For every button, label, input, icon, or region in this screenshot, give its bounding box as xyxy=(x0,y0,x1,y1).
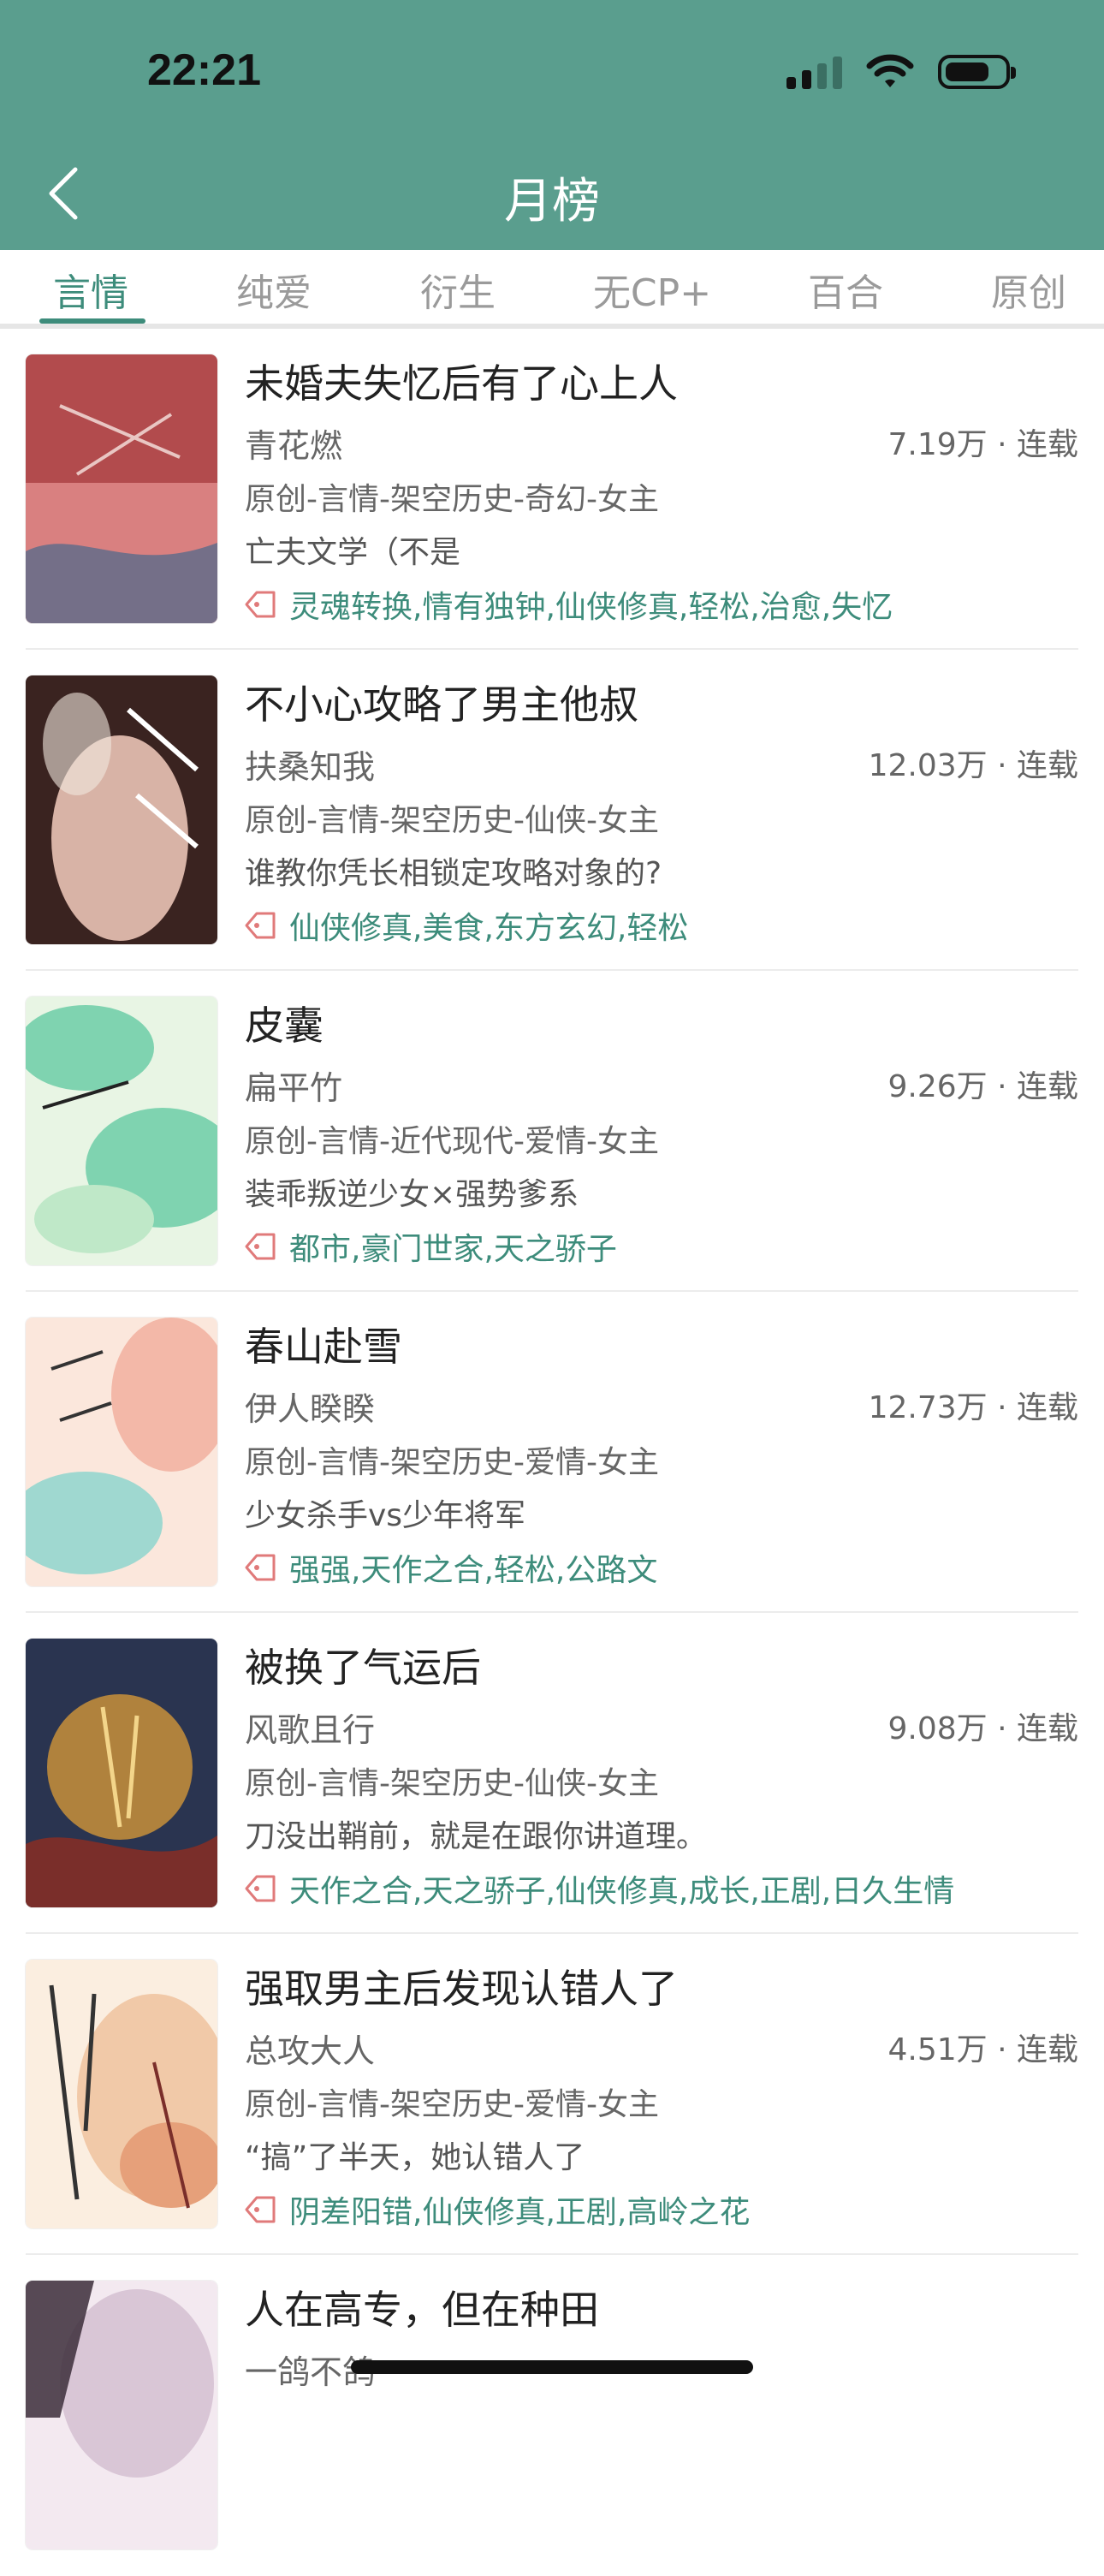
book-blurb: 谁教你凭长相锁定攻略对象的? xyxy=(245,856,662,891)
book-title: 未婚夫失忆后有了心上人 xyxy=(245,360,678,407)
tab-yuanchuang[interactable]: 原创 xyxy=(943,262,1104,317)
battery-icon xyxy=(938,55,1016,89)
book-stats: 7.19万 · 连载 xyxy=(887,427,1079,462)
book-item[interactable]: 人在高专，但在种田 一鸽不鸽 xyxy=(0,2255,1104,2576)
app-header: 22:21 月榜 xyxy=(0,0,1104,250)
tag-icon xyxy=(245,2196,276,2223)
book-tags-row: 仙侠修真,美食,东方玄幻,轻松 xyxy=(243,903,688,948)
book-author[interactable]: 青花燃 xyxy=(245,419,342,467)
book-stats: 12.73万 · 连载 xyxy=(868,1390,1078,1425)
book-genre: 原创-言情-架空历史-仙侠-女主 xyxy=(245,1766,659,1801)
book-blurb: “搞”了半天，她认错人了 xyxy=(245,2140,585,2175)
book-title: 被换了气运后 xyxy=(245,1645,481,1691)
book-tags: 阴差阳错,仙侠修真,正剧,高岭之花 xyxy=(289,2195,751,2230)
book-stats: 12.03万 · 连载 xyxy=(868,748,1078,783)
book-cover xyxy=(26,675,217,944)
book-genre: 原创-言情-近代现代-爱情-女主 xyxy=(245,1124,659,1159)
book-stats: 9.26万 · 连载 xyxy=(887,1069,1079,1104)
book-genre: 原创-言情-架空历史-奇幻-女主 xyxy=(245,482,659,517)
book-item[interactable]: 不小心攻略了男主他叔 扶桑知我 12.03万 · 连载 原创-言情-架空历史-仙… xyxy=(0,650,1104,971)
book-title: 皮囊 xyxy=(245,1002,323,1049)
book-tags: 都市,豪门世家,天之骄子 xyxy=(289,1232,617,1267)
book-blurb: 刀没出鞘前，就是在跟你讲道理。 xyxy=(245,1819,708,1854)
status-time: 22:21 xyxy=(147,45,261,95)
book-title: 春山赴雪 xyxy=(245,1324,402,1370)
tab-yansheng[interactable]: 衍生 xyxy=(372,262,543,317)
book-item[interactable]: 被换了气运后 风歌且行 9.08万 · 连载 原创-言情-架空历史-仙侠-女主 … xyxy=(0,1613,1104,1934)
book-tags: 仙侠修真,美食,东方玄幻,轻松 xyxy=(289,911,689,946)
category-tabs: 言情 纯爱 衍生 无CP+ 百合 原创 xyxy=(0,250,1104,329)
book-cover xyxy=(26,2281,217,2549)
tag-icon xyxy=(245,1233,276,1260)
status-icons xyxy=(786,53,1016,91)
book-title: 人在高专，但在种田 xyxy=(245,2287,599,2333)
page-title: 月榜 xyxy=(504,174,600,229)
wifi-icon xyxy=(866,54,914,87)
cellular-signal-icon xyxy=(786,55,842,89)
tag-icon xyxy=(245,1554,276,1581)
book-stats: 9.08万 · 连载 xyxy=(887,1711,1079,1746)
book-tags-row: 阴差阳错,仙侠修真,正剧,高岭之花 xyxy=(243,2187,750,2232)
book-author[interactable]: 风歌且行 xyxy=(245,1704,375,1751)
tag-icon xyxy=(245,912,276,939)
book-blurb: 装乖叛逆少女×强势爹系 xyxy=(245,1177,579,1212)
tab-baihe[interactable]: 百合 xyxy=(760,262,931,317)
tab-yanqing[interactable]: 言情 xyxy=(5,262,176,317)
book-tags-row: 都市,豪门世家,天之骄子 xyxy=(243,1224,617,1269)
book-genre: 原创-言情-架空历史-爱情-女主 xyxy=(245,2087,659,2122)
home-indicator[interactable] xyxy=(351,2360,753,2374)
book-genre: 原创-言情-架空历史-仙侠-女主 xyxy=(245,803,659,838)
book-cover xyxy=(26,354,217,623)
book-tags-row: 天作之合,天之骄子,仙侠修真,成长,正剧,日久生情 xyxy=(243,1866,954,1911)
book-blurb: 亡夫文学（不是 xyxy=(245,535,461,570)
book-item[interactable]: 未婚夫失忆后有了心上人 青花燃 7.19万 · 连载 原创-言情-架空历史-奇幻… xyxy=(0,329,1104,650)
book-tags: 强强,天作之合,轻松,公路文 xyxy=(289,1553,658,1588)
book-cover xyxy=(26,996,217,1265)
book-author[interactable]: 总攻大人 xyxy=(245,2025,375,2072)
book-cover xyxy=(26,1639,217,1907)
book-item[interactable]: 强取男主后发现认错人了 总攻大人 4.51万 · 连载 原创-言情-架空历史-爱… xyxy=(0,1934,1104,2255)
book-list: 未婚夫失忆后有了心上人 青花燃 7.19万 · 连载 原创-言情-架空历史-奇幻… xyxy=(0,329,1104,2576)
tag-icon xyxy=(245,1875,276,1902)
book-genre: 原创-言情-架空历史-爱情-女主 xyxy=(245,1445,659,1480)
tab-wucp[interactable]: 无CP+ xyxy=(567,262,738,317)
book-blurb: 少女杀手vs少年将军 xyxy=(245,1498,526,1533)
book-item[interactable]: 皮囊 扁平竹 9.26万 · 连载 原创-言情-近代现代-爱情-女主 装乖叛逆少… xyxy=(0,971,1104,1292)
tag-icon xyxy=(245,591,276,618)
tab-chunai[interactable]: 纯爱 xyxy=(188,262,359,317)
book-cover xyxy=(26,1960,217,2228)
book-tags-row: 强强,天作之合,轻松,公路文 xyxy=(243,1545,657,1590)
book-cover xyxy=(26,1318,217,1586)
book-tags: 天作之合,天之骄子,仙侠修真,成长,正剧,日久生情 xyxy=(289,1874,955,1909)
book-title: 强取男主后发现认错人了 xyxy=(245,1966,678,2012)
active-tab-indicator xyxy=(39,318,145,324)
book-author[interactable]: 扶桑知我 xyxy=(245,741,375,788)
book-tags: 灵魂转换,情有独钟,仙侠修真,轻松,治愈,失忆 xyxy=(289,590,893,625)
book-stats: 4.51万 · 连载 xyxy=(887,2032,1079,2067)
book-author[interactable]: 扁平竹 xyxy=(245,1062,342,1109)
book-tags-row: 灵魂转换,情有独钟,仙侠修真,轻松,治愈,失忆 xyxy=(243,582,893,627)
book-title: 不小心攻略了男主他叔 xyxy=(245,681,638,728)
book-item[interactable]: 春山赴雪 伊人睽睽 12.73万 · 连载 原创-言情-架空历史-爱情-女主 少… xyxy=(0,1292,1104,1613)
book-author[interactable]: 伊人睽睽 xyxy=(245,1383,375,1430)
